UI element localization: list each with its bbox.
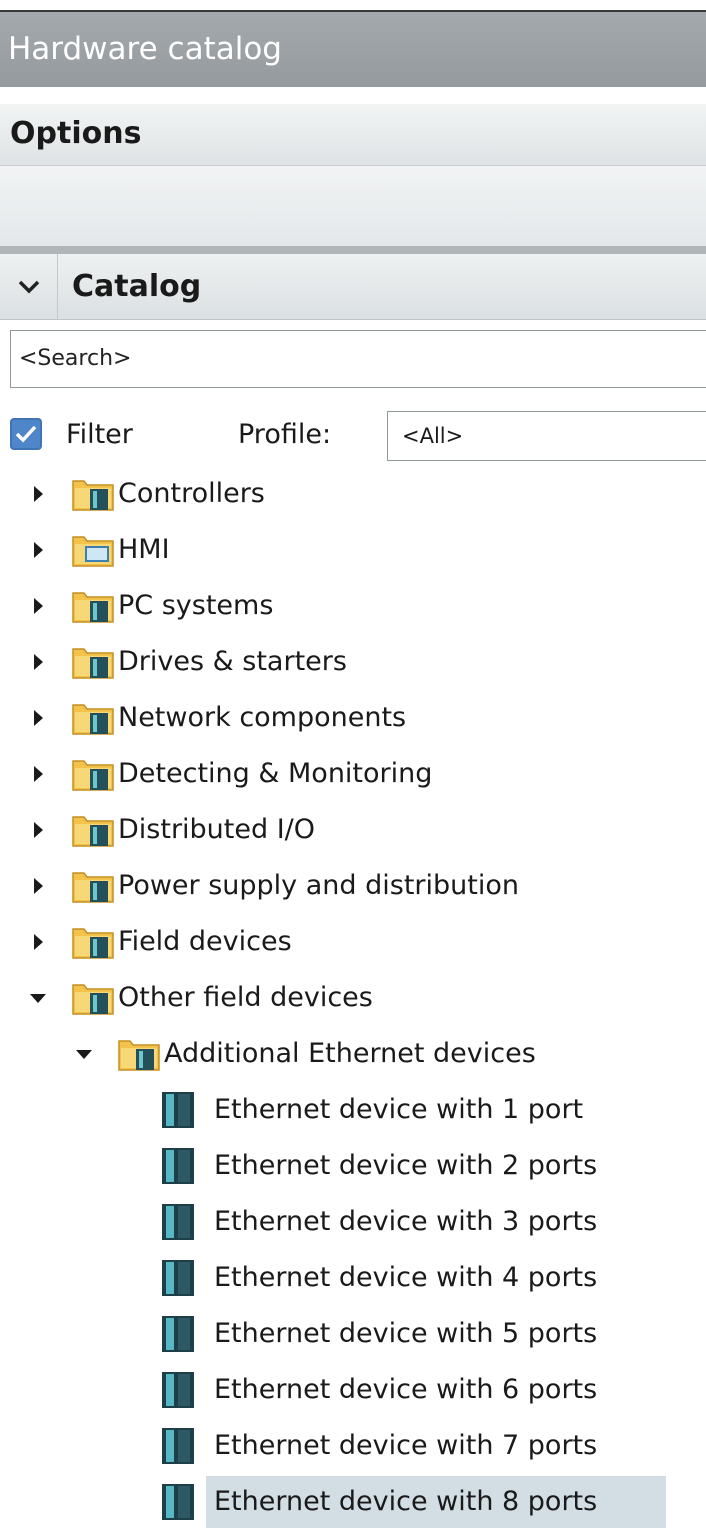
device-folder-icon [118, 1037, 162, 1071]
tree-item-label: Ethernet device with 2 ports [214, 1150, 598, 1181]
tree-item-label: Ethernet device with 4 ports [214, 1262, 598, 1293]
tree-folder[interactable]: PC systems [0, 578, 706, 634]
tree-item-label: Drives & starters [118, 646, 347, 677]
tree-device[interactable]: Ethernet device with 4 ports [0, 1250, 706, 1306]
collapsed-arrow-icon[interactable] [28, 466, 48, 522]
tree-item-label: Distributed I/O [118, 814, 316, 845]
device-folder-icon [72, 589, 116, 623]
tree-device[interactable]: Ethernet device with 1 port [0, 1082, 706, 1138]
tree-folder[interactable]: Field devices [0, 914, 706, 970]
tree-item-label: Other field devices [118, 982, 373, 1013]
tree-folder[interactable]: Other field devices [0, 970, 706, 1026]
tree-device[interactable]: Ethernet device with 6 ports [0, 1362, 706, 1418]
collapsed-arrow-icon[interactable] [28, 690, 48, 746]
ethernet-device-icon [158, 1202, 198, 1242]
device-folder-icon [72, 813, 116, 847]
expanded-arrow-icon[interactable] [74, 1026, 94, 1082]
tree-folder[interactable]: Controllers [0, 466, 706, 522]
tree-device-selected[interactable]: Ethernet device with 8 ports [0, 1474, 706, 1530]
tree-item-label: HMI [118, 534, 170, 565]
device-folder-icon [72, 981, 116, 1015]
tree-device[interactable]: Ethernet device with 7 ports [0, 1418, 706, 1474]
ethernet-device-icon [158, 1090, 198, 1130]
tree-item-label: Controllers [118, 478, 265, 509]
tree-item-label: Ethernet device with 8 ports [214, 1486, 598, 1517]
tree-item-label: Additional Ethernet devices [164, 1038, 536, 1069]
collapse-chevron-icon[interactable] [0, 253, 58, 320]
profile-dropdown[interactable]: <All> [387, 411, 706, 461]
collapsed-arrow-icon[interactable] [28, 522, 48, 578]
filter-label: Filter [66, 419, 133, 450]
tree-item-label: Field devices [118, 926, 292, 957]
device-folder-icon [72, 701, 116, 735]
device-folder-icon [72, 925, 116, 959]
tree-item-label: Ethernet device with 6 ports [214, 1374, 598, 1405]
tree-device[interactable]: Ethernet device with 2 ports [0, 1138, 706, 1194]
tree-item-label: Ethernet device with 3 ports [214, 1206, 598, 1237]
tree-item-label: Power supply and distribution [118, 870, 519, 901]
tree-folder[interactable]: HMI [0, 522, 706, 578]
top-border [0, 0, 706, 12]
catalog-tree: Controllers HMI PC systems Drives & starter… [0, 466, 706, 1530]
tree-folder[interactable]: Drives & starters [0, 634, 706, 690]
collapsed-arrow-icon[interactable] [28, 746, 48, 802]
ethernet-device-icon [158, 1426, 198, 1466]
options-pane-header[interactable]: Options [0, 104, 706, 166]
expanded-arrow-icon[interactable] [28, 970, 48, 1026]
collapsed-arrow-icon[interactable] [28, 858, 48, 914]
ethernet-device-icon [158, 1482, 198, 1522]
tree-folder[interactable]: Detecting & Monitoring [0, 746, 706, 802]
ethernet-device-icon [158, 1146, 198, 1186]
device-folder-icon [72, 645, 116, 679]
tree-folder[interactable]: Network components [0, 690, 706, 746]
tree-subfolder[interactable]: Additional Ethernet devices [0, 1026, 706, 1082]
filter-checkbox[interactable] [10, 418, 42, 450]
panel-title: Hardware catalog [0, 12, 706, 87]
tree-item-label: Detecting & Monitoring [118, 758, 433, 789]
checkmark-icon [15, 425, 37, 443]
tree-device[interactable]: Ethernet device with 3 ports [0, 1194, 706, 1250]
collapsed-arrow-icon[interactable] [28, 914, 48, 970]
tree-item-label: Ethernet device with 5 ports [214, 1318, 598, 1349]
device-folder-icon [72, 477, 116, 511]
tree-item-label: Ethernet device with 7 ports [214, 1430, 598, 1461]
collapsed-arrow-icon[interactable] [28, 578, 48, 634]
profile-label: Profile: [238, 419, 332, 450]
tree-item-label: Network components [118, 702, 407, 733]
ethernet-device-icon [158, 1370, 198, 1410]
options-pane-body [0, 166, 706, 246]
ethernet-device-icon [158, 1314, 198, 1354]
search-input[interactable]: <Search> [10, 330, 706, 388]
device-folder-icon [72, 757, 116, 791]
pane-splitter[interactable] [0, 246, 706, 254]
tree-folder[interactable]: Distributed I/O [0, 802, 706, 858]
collapsed-arrow-icon[interactable] [28, 802, 48, 858]
tree-device[interactable]: Ethernet device with 5 ports [0, 1306, 706, 1362]
catalog-title: Catalog [72, 269, 202, 304]
catalog-pane-header[interactable]: Catalog [0, 253, 706, 320]
tree-item-label: Ethernet device with 1 port [214, 1094, 584, 1125]
ethernet-device-icon [158, 1258, 198, 1298]
device-folder-icon [72, 869, 116, 903]
tree-item-label: PC systems [118, 590, 274, 621]
collapsed-arrow-icon[interactable] [28, 634, 48, 690]
tree-folder[interactable]: Power supply and distribution [0, 858, 706, 914]
hmi-folder-icon [72, 533, 116, 567]
filter-row: Filter Profile: <All> [0, 405, 706, 465]
